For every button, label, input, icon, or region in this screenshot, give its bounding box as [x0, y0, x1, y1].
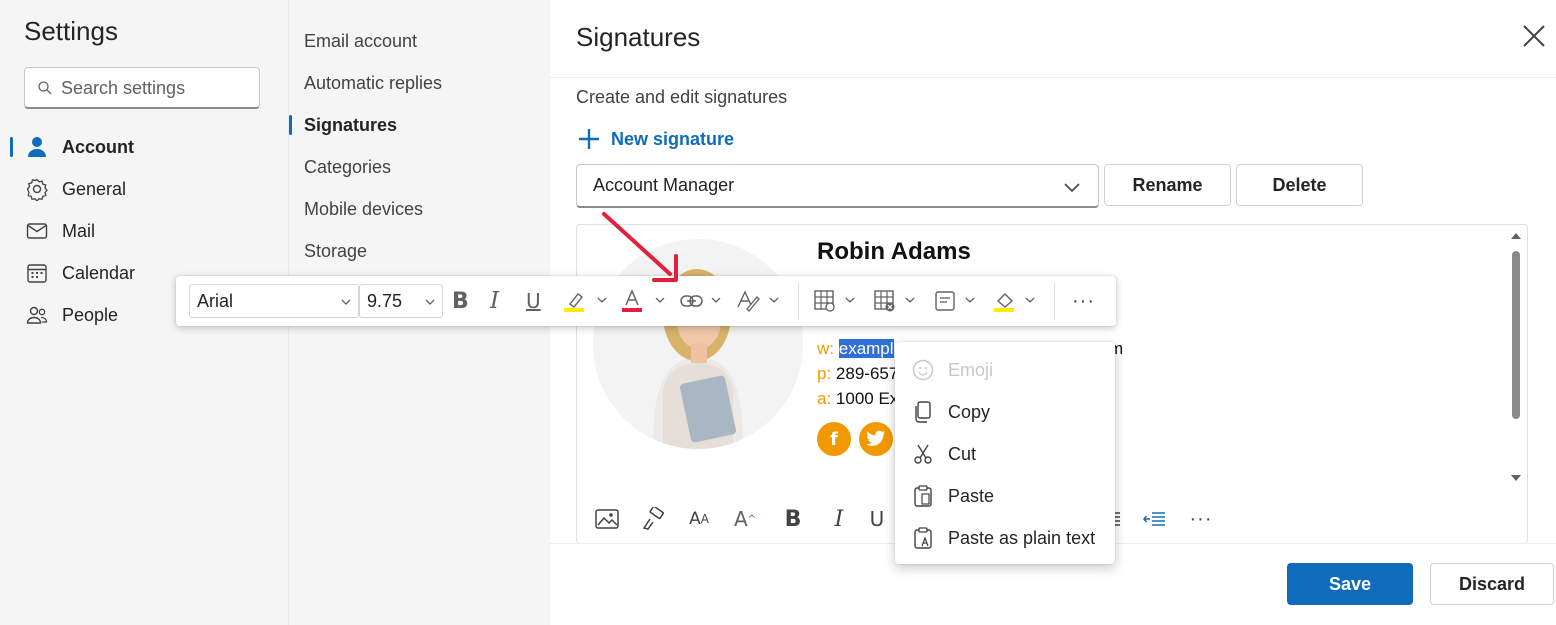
chevron-down-icon	[1064, 183, 1080, 193]
subnav-email-account[interactable]: Email account	[289, 21, 551, 61]
divider	[1054, 282, 1055, 320]
discard-button[interactable]: Discard	[1430, 563, 1554, 605]
nav-item-label: General	[62, 178, 127, 199]
scissors-icon	[911, 442, 935, 466]
selected-text: exampl	[838, 339, 894, 358]
subnav-automatic-replies[interactable]: Automatic replies	[289, 63, 551, 103]
menu-item-copy[interactable]: Copy	[895, 391, 1115, 433]
phone-text: 289-657	[835, 364, 899, 383]
search-input[interactable]	[61, 76, 251, 100]
people-icon	[24, 302, 50, 328]
scroll-up-icon[interactable]	[1509, 231, 1523, 241]
web-label: w:	[817, 339, 834, 358]
menu-item-label: Copy	[948, 401, 991, 422]
emoji-icon	[911, 358, 935, 382]
subnav-mobile-devices[interactable]: Mobile devices	[289, 189, 551, 229]
font-size-select[interactable]: 9.75	[359, 284, 443, 318]
new-signature-button[interactable]: New signature	[576, 124, 734, 154]
delete-button[interactable]: Delete	[1236, 164, 1363, 206]
font-family-value: Arial	[197, 290, 234, 311]
section-subtitle: Create and edit signatures	[576, 87, 788, 107]
editor-scrollbar[interactable]	[1509, 229, 1523, 485]
plus-icon	[579, 129, 599, 149]
menu-item-cut[interactable]: Cut	[895, 433, 1115, 475]
nav-item-label: Calendar	[62, 262, 136, 283]
phone-label: p:	[817, 364, 832, 383]
nav-item-mail[interactable]: Mail	[10, 211, 280, 251]
increase-font-icon[interactable]: A ^	[731, 505, 759, 533]
nav-item-label: Mail	[62, 220, 96, 241]
nav-item-label: Account	[62, 136, 134, 157]
italic-icon[interactable]: I	[825, 505, 853, 533]
menu-item-label: Cut	[948, 443, 977, 464]
more-options-icon[interactable]: ···	[1187, 505, 1215, 533]
calendar-icon	[24, 260, 50, 286]
cell-alignment-icon[interactable]	[934, 288, 978, 314]
subnav-categories[interactable]: Categories	[289, 147, 551, 187]
mail-icon	[24, 218, 50, 244]
divider	[550, 77, 1556, 78]
chevron-down-icon	[341, 299, 351, 305]
menu-item-label: Emoji	[948, 359, 994, 380]
subnav-signatures[interactable]: Signatures	[289, 105, 551, 145]
chevron-down-icon	[425, 299, 435, 305]
divider	[798, 282, 799, 320]
paste-text-icon	[911, 526, 935, 550]
context-menu: Emoji Copy Cut Paste Paste as plain text	[895, 342, 1115, 564]
facebook-icon[interactable]: f	[817, 422, 851, 456]
bold-icon[interactable]: B	[779, 505, 807, 533]
italic-icon[interactable]: I	[490, 288, 499, 314]
font-family-select[interactable]: Arial	[189, 284, 359, 318]
underline-icon[interactable]: U	[526, 288, 541, 314]
delete-table-icon[interactable]	[874, 288, 918, 314]
scrollbar-thumb[interactable]	[1512, 251, 1520, 419]
nav-item-label: People	[62, 304, 119, 325]
font-color-icon[interactable]	[622, 288, 666, 314]
font-size-icon[interactable]: AA	[685, 505, 713, 533]
menu-item-label: Paste	[948, 485, 995, 506]
menu-item-emoji[interactable]: Emoji	[895, 349, 1115, 391]
rename-button[interactable]: Rename	[1104, 164, 1231, 206]
close-icon[interactable]	[1520, 22, 1548, 50]
nav-item-account[interactable]: Account	[10, 127, 280, 167]
gear-icon	[24, 176, 50, 202]
annotation-arrow-icon	[602, 212, 678, 282]
address-label: a:	[817, 389, 832, 408]
insert-picture-icon[interactable]	[593, 505, 621, 533]
person-icon	[24, 134, 50, 160]
menu-item-paste-plain-text[interactable]: Paste as plain text	[895, 517, 1115, 559]
signature-style-icon[interactable]	[736, 288, 780, 314]
signature-name: Robin Adams	[817, 238, 971, 265]
subnav-storage[interactable]: Storage	[289, 231, 551, 271]
signature-web-line: w: exampl m	[817, 339, 1123, 359]
highlight-icon[interactable]	[564, 288, 608, 314]
twitter-icon[interactable]	[859, 422, 893, 456]
decrease-indent-icon[interactable]	[1141, 505, 1169, 533]
search-icon	[38, 81, 52, 95]
signature-address-line: a: 1000 Ex	[817, 389, 898, 409]
signature-select[interactable]: Account Manager	[576, 164, 1099, 208]
settings-title: Settings	[24, 16, 118, 46]
insert-link-icon[interactable]	[680, 288, 724, 314]
cell-shading-icon[interactable]	[994, 288, 1038, 314]
address-text: 1000 Ex	[835, 389, 899, 408]
new-signature-label: New signature	[611, 128, 735, 149]
table-settings-icon[interactable]	[814, 288, 858, 314]
selected-signature: Account Manager	[593, 175, 735, 195]
signature-phone-line: p: 289-657	[817, 364, 898, 384]
menu-item-label: Paste as plain text	[948, 527, 1096, 548]
copy-icon	[911, 400, 935, 424]
menu-item-paste[interactable]: Paste	[895, 475, 1115, 517]
underline-icon[interactable]: U	[863, 505, 891, 533]
more-options-icon[interactable]: ···	[1072, 288, 1095, 314]
nav-item-general[interactable]: General	[10, 169, 280, 209]
search-settings-box[interactable]	[24, 67, 260, 109]
save-button[interactable]: Save	[1287, 563, 1413, 605]
scroll-down-icon[interactable]	[1509, 473, 1523, 483]
font-size-value: 9.75	[367, 290, 403, 311]
page-title: Signatures	[576, 22, 701, 52]
format-painter-icon[interactable]	[639, 505, 667, 533]
paste-icon	[911, 484, 935, 508]
bold-icon[interactable]: B	[452, 288, 469, 314]
